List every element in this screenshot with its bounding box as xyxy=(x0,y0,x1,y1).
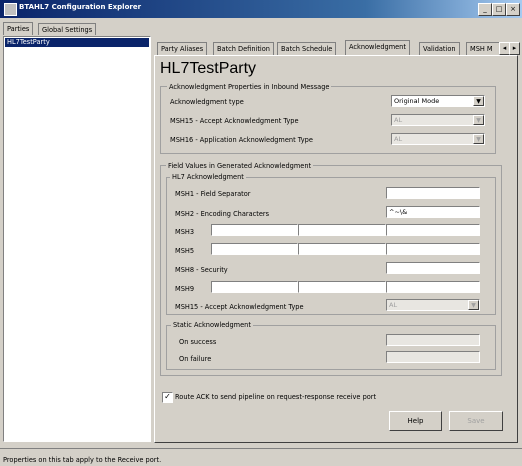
chevron-down-icon[interactable]: ▼ xyxy=(468,300,479,310)
restore-button[interactable]: □ xyxy=(492,3,506,16)
route-ack-checkbox[interactable]: ✓ xyxy=(162,392,173,403)
on-success-field[interactable] xyxy=(386,334,480,346)
on-success-label: On success xyxy=(179,338,217,346)
tab-scroll-right[interactable]: ▸ xyxy=(509,42,520,55)
chevron-down-icon[interactable]: ▼ xyxy=(473,115,484,125)
on-failure-field[interactable] xyxy=(386,351,480,363)
minimize-button[interactable]: _ xyxy=(478,3,492,16)
close-button[interactable]: × xyxy=(506,3,520,16)
ack-properties-title: Acknowledgment Properties in Inbound Mes… xyxy=(167,83,332,91)
tree-item-hl7testparty[interactable]: HL7TestParty xyxy=(5,38,149,47)
static-ack-title: Static Acknowledgment xyxy=(171,321,253,329)
msh2-field[interactable]: ^~\& xyxy=(386,206,480,218)
msh1-field[interactable] xyxy=(386,187,480,199)
msh5-field-2[interactable] xyxy=(298,243,386,255)
ack-type-label: Acknowledgment type xyxy=(170,98,244,106)
msh15-gen-select[interactable]: AL ▼ xyxy=(386,299,480,311)
route-ack-label: Route ACK to send pipeline on request-re… xyxy=(175,393,377,401)
tab-batch-schedule[interactable]: Batch Schedule xyxy=(277,42,337,55)
msh15-gen-label: MSH15 - Accept Acknowledgment Type xyxy=(175,303,304,311)
on-failure-label: On failure xyxy=(179,355,212,363)
msh8-field[interactable] xyxy=(386,262,480,274)
msh15-ack-select[interactable]: AL ▼ xyxy=(391,114,485,126)
msh16-ack-select[interactable]: AL ▼ xyxy=(391,133,485,145)
field-values-title: Field Values in Generated Acknowledgment xyxy=(166,162,314,170)
chevron-down-icon[interactable]: ▼ xyxy=(473,134,484,144)
tab-acknowledgment[interactable]: Acknowledgment xyxy=(345,40,410,55)
title-bar: BTAHL7 Configuration Explorer _ □ × xyxy=(0,0,522,18)
msh3-field-3[interactable] xyxy=(386,224,480,236)
static-ack-group xyxy=(166,325,496,370)
msh9-field-1[interactable] xyxy=(211,281,298,293)
status-text: Properties on this tab apply to the Rece… xyxy=(3,456,162,464)
tab-parties[interactable]: Parties xyxy=(3,22,34,35)
msh15-gen-value: AL xyxy=(389,301,398,309)
hl7-ack-title: HL7 Acknowledgment xyxy=(170,173,246,181)
msh16-ack-label: MSH16 - Application Acknowledgment Type xyxy=(170,136,313,144)
ack-type-value: Original Mode xyxy=(394,97,440,105)
msh2-label: MSH2 - Encoding Characters xyxy=(175,210,270,218)
msh5-field-1[interactable] xyxy=(211,243,298,255)
window-title: BTAHL7 Configuration Explorer xyxy=(19,3,142,11)
msh3-field-2[interactable] xyxy=(298,224,386,236)
msh5-field-3[interactable] xyxy=(386,243,480,255)
msh5-label: MSH5 xyxy=(175,247,195,255)
msh8-label: MSH8 - Security xyxy=(175,266,228,274)
msh3-field-1[interactable] xyxy=(211,224,298,236)
msh9-field-2[interactable] xyxy=(298,281,386,293)
status-bar: Properties on this tab apply to the Rece… xyxy=(0,448,522,466)
tab-party-aliases[interactable]: Party Aliases xyxy=(157,42,208,55)
tab-validation[interactable]: Validation xyxy=(419,42,460,55)
msh9-label: MSH9 xyxy=(175,285,195,293)
msh9-field-3[interactable] xyxy=(386,281,480,293)
msh16-ack-value: AL xyxy=(394,135,403,143)
party-heading: HL7TestParty xyxy=(160,60,257,77)
ack-type-select[interactable]: Original Mode ▼ xyxy=(391,95,485,107)
app-icon xyxy=(4,3,17,16)
help-button[interactable]: Help xyxy=(389,411,442,431)
tab-batch-definition[interactable]: Batch Definition xyxy=(213,42,274,55)
party-tree[interactable]: HL7TestParty xyxy=(3,36,151,442)
chevron-down-icon[interactable]: ▼ xyxy=(473,96,484,106)
save-button[interactable]: Save xyxy=(449,411,503,431)
tab-global-settings[interactable]: Global Settings xyxy=(38,23,97,35)
msh15-ack-value: AL xyxy=(394,116,403,124)
msh1-label: MSH1 - Field Separator xyxy=(175,190,251,198)
msh3-label: MSH3 xyxy=(175,228,195,236)
msh15-ack-label: MSH15 - Accept Acknowledgment Type xyxy=(170,117,299,125)
